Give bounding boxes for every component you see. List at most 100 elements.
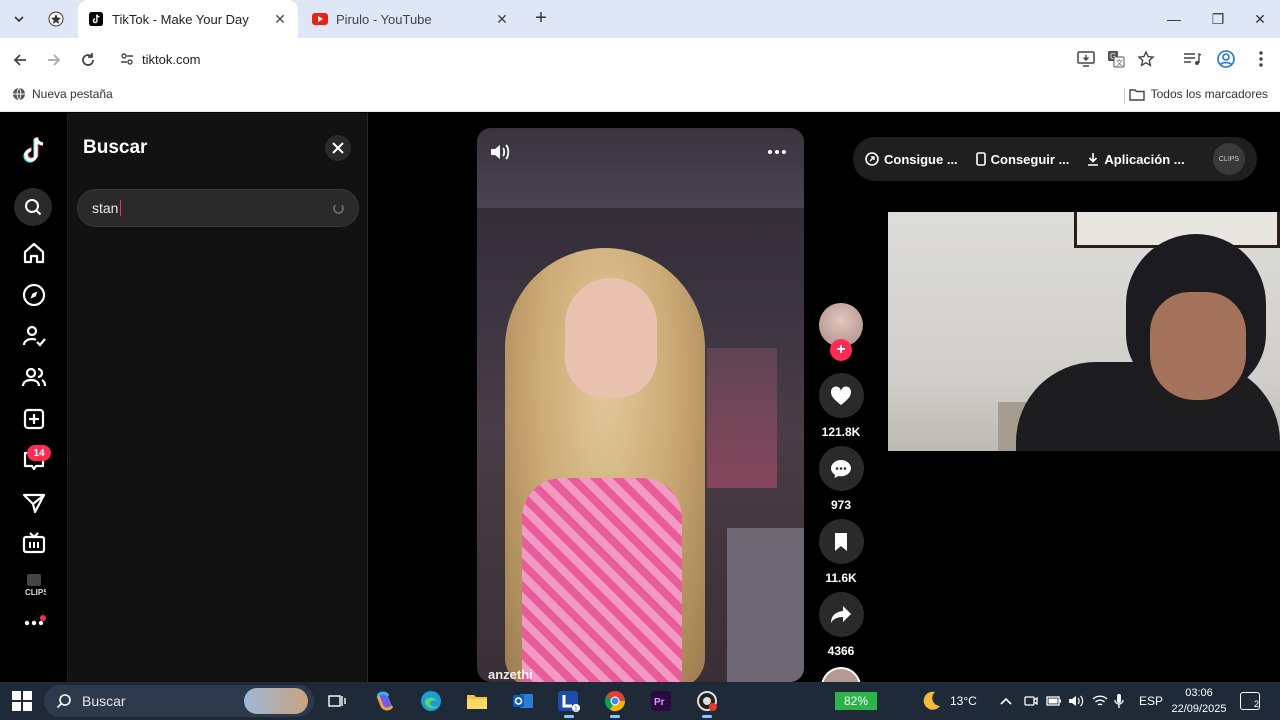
video-username[interactable]: anzethi: [488, 667, 533, 682]
clips-label: CLIPS: [25, 588, 46, 597]
search-input[interactable]: stan: [77, 189, 359, 227]
video-background: [477, 128, 804, 208]
sound-avatar[interactable]: [821, 667, 861, 682]
get-app-button[interactable]: Conseguir ...: [975, 152, 1069, 167]
close-icon: [332, 142, 344, 154]
chrome-icon[interactable]: [600, 687, 630, 718]
tab-title: TikTok - Make Your Day: [112, 11, 249, 27]
bookmarks-divider: [1124, 88, 1125, 104]
tray-chevron-icon[interactable]: [1000, 682, 1012, 720]
recorder-app-icon[interactable]: [692, 687, 722, 718]
meet-now-icon[interactable]: [1024, 682, 1038, 720]
browser-menu-icon[interactable]: [1250, 48, 1272, 70]
site-info-icon[interactable]: [112, 52, 142, 66]
task-view-icon[interactable]: [322, 687, 352, 715]
taskbar-search-placeholder: Buscar: [82, 693, 126, 709]
video-person-face: [565, 278, 657, 398]
video-player[interactable]: anzethi: [477, 128, 804, 682]
edge-browser-icon[interactable]: [416, 687, 446, 715]
phone-icon: [975, 152, 986, 166]
l-app-icon[interactable]: 1: [554, 687, 584, 718]
follow-plus-icon[interactable]: +: [830, 339, 852, 361]
volume-tray-icon[interactable]: [1068, 682, 1084, 720]
comment-action[interactable]: 973: [817, 446, 865, 512]
tab-tiktok[interactable]: TikTok - Make Your Day ✕: [78, 0, 298, 38]
weather-widget[interactable]: 13°C: [920, 682, 977, 720]
notification-count: 2: [1253, 699, 1259, 709]
search-nav-button[interactable]: [14, 188, 52, 226]
tab-youtube[interactable]: Pirulo - YouTube ✕: [302, 0, 520, 38]
friends-icon[interactable]: [14, 359, 54, 395]
bookmark-new-tab[interactable]: Nueva pestaña: [12, 87, 113, 101]
profile-icon[interactable]: [1215, 48, 1237, 70]
live-icon[interactable]: [14, 525, 54, 561]
premiere-pro-icon[interactable]: Pr: [646, 687, 676, 715]
clock-time: 03:06: [1185, 687, 1213, 699]
pinned-tab[interactable]: [44, 8, 68, 30]
taskbar-search-box[interactable]: Buscar: [44, 685, 314, 717]
save-action[interactable]: 11.6K: [817, 519, 865, 585]
tab-close-icon[interactable]: ✕: [272, 11, 288, 28]
reload-button[interactable]: [76, 48, 100, 72]
save-count: 11.6K: [825, 571, 857, 585]
tab-search-chevron-icon[interactable]: [8, 8, 30, 30]
comment-icon[interactable]: [818, 446, 864, 491]
file-explorer-icon[interactable]: [462, 687, 492, 715]
share-icon[interactable]: [818, 592, 864, 637]
close-search-button[interactable]: [325, 135, 351, 161]
windows-start-icon[interactable]: [12, 691, 32, 711]
like-action[interactable]: 121.8K: [817, 373, 865, 439]
tiktok-logo-icon[interactable]: [14, 133, 54, 169]
home-icon[interactable]: [14, 235, 54, 271]
video-more-icon[interactable]: [765, 141, 789, 163]
clips-icon[interactable]: CLIPS: [14, 567, 54, 603]
upload-icon[interactable]: [14, 401, 54, 437]
tab-close-icon[interactable]: ✕: [494, 11, 510, 28]
get-coins-button[interactable]: Consigue ...: [865, 152, 958, 167]
volume-icon[interactable]: [488, 141, 512, 163]
top-action-label: Aplicación ...: [1104, 151, 1185, 167]
video-person-top: [522, 478, 682, 682]
following-icon[interactable]: [14, 318, 54, 354]
desktop-app-button[interactable]: Aplicación ...: [1087, 151, 1185, 167]
minimize-button[interactable]: —: [1152, 0, 1196, 38]
input-language[interactable]: ESP: [1139, 682, 1163, 720]
address-bar[interactable]: tiktok.com: [112, 44, 1172, 74]
bookmark-star-icon[interactable]: [1135, 48, 1157, 70]
all-bookmarks-folder[interactable]: Todos los marcadores: [1128, 87, 1268, 101]
coin-icon: [865, 152, 879, 166]
download-icon: [1088, 153, 1099, 166]
bookmark-icon[interactable]: [818, 519, 864, 564]
close-window-button[interactable]: ✕: [1238, 0, 1280, 38]
restore-button[interactable]: ❐: [1196, 0, 1240, 38]
url-text: tiktok.com: [142, 51, 201, 67]
outlook-icon[interactable]: [508, 687, 538, 715]
messages-icon[interactable]: [14, 485, 54, 521]
moon-icon: [923, 691, 940, 710]
explore-icon[interactable]: [14, 277, 54, 313]
more-icon[interactable]: [14, 605, 54, 641]
battery-indicator[interactable]: 82%: [835, 692, 877, 710]
windows-taskbar: Buscar 1 Pr 82% 13°C ESP 03:06 22/09/202…: [0, 682, 1280, 720]
tiktok-page: 14 CLIPS Buscar stan anzethi + 121.8K 97…: [0, 113, 1280, 682]
battery-icon[interactable]: [1046, 682, 1062, 720]
clock-date: 22/09/2025: [1171, 703, 1227, 715]
copilot-icon[interactable]: [370, 687, 400, 715]
new-tab-button[interactable]: +: [530, 8, 552, 30]
pinned-star-icon: [48, 11, 64, 27]
media-queue-icon[interactable]: [1181, 48, 1203, 70]
video-clothes-rack: [707, 348, 777, 488]
clips-label: CLIPS: [1218, 155, 1240, 163]
notification-center-icon[interactable]: 2: [1240, 692, 1260, 710]
translate-icon[interactable]: G文: [1105, 48, 1127, 70]
clips-profile-button[interactable]: CLIPS: [1213, 143, 1245, 175]
system-clock[interactable]: 03:06 22/09/2025: [1166, 685, 1232, 717]
heart-icon[interactable]: [818, 373, 864, 418]
microphone-icon[interactable]: [1114, 682, 1124, 720]
back-button[interactable]: [8, 48, 32, 72]
search-panel-title: Buscar: [83, 137, 148, 158]
wifi-icon[interactable]: [1092, 682, 1108, 720]
forward-button[interactable]: [42, 48, 66, 72]
share-action[interactable]: 4366: [817, 592, 865, 658]
install-app-icon[interactable]: [1075, 48, 1097, 70]
